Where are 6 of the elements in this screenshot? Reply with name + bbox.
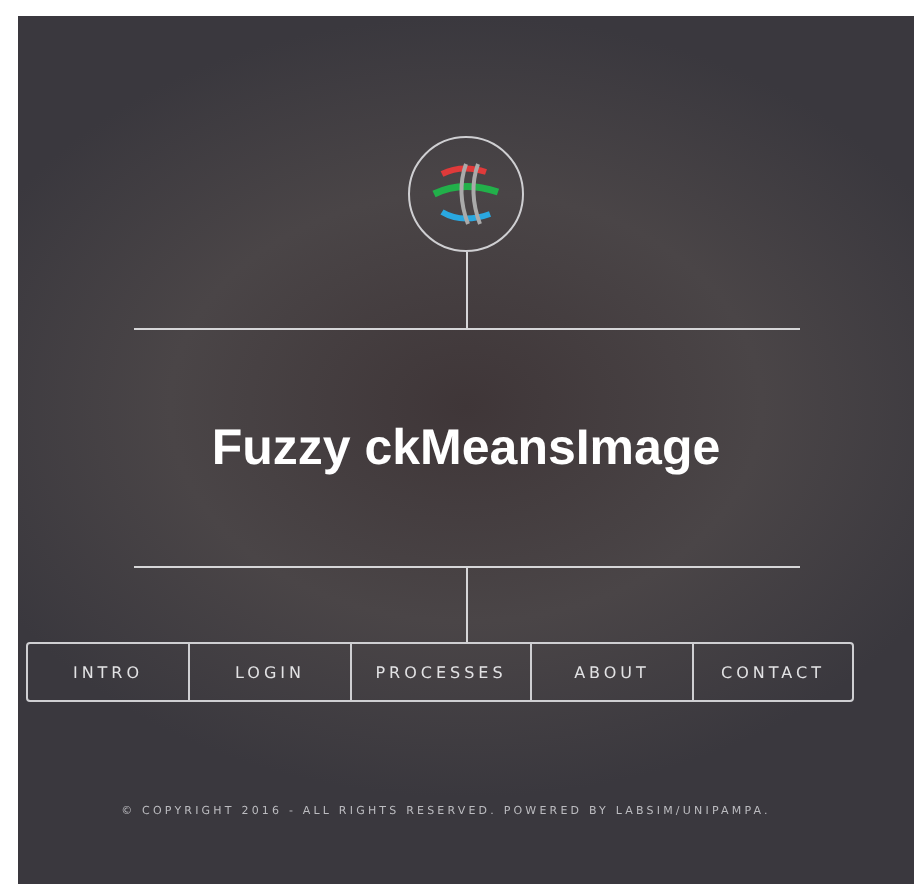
- nav-link[interactable]: ABOUT: [530, 644, 692, 700]
- site-title: Fuzzy ckMeansImage: [211, 417, 721, 479]
- nav-link[interactable]: INTRO: [28, 644, 188, 700]
- nav-link[interactable]: CONTACT: [692, 644, 852, 700]
- nav-link[interactable]: PROCESSES: [350, 644, 530, 700]
- nav-link[interactable]: LOGIN: [188, 644, 350, 700]
